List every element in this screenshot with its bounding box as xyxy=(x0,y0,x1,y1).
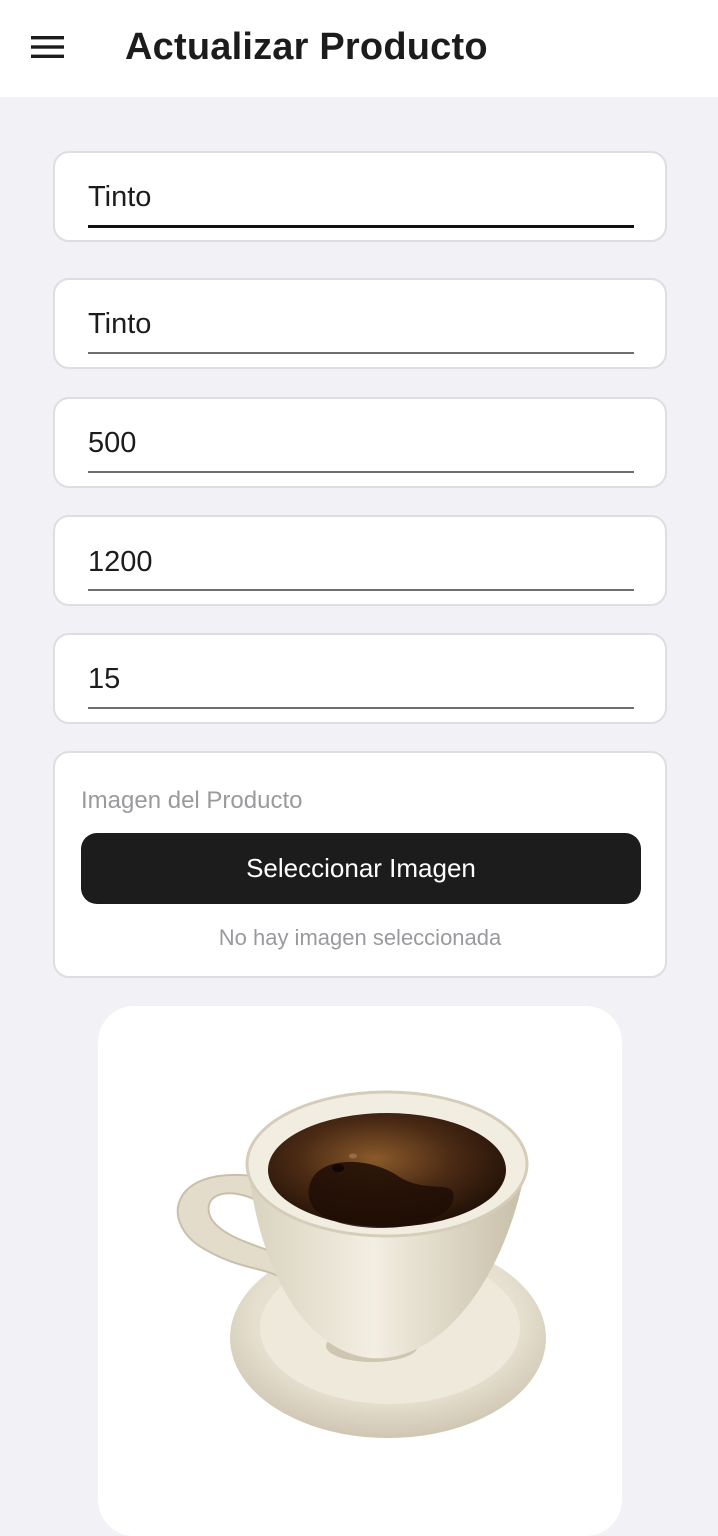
product-field-5-card xyxy=(53,633,667,724)
product-field-5-input[interactable] xyxy=(88,663,634,696)
product-image-card: Imagen del Producto Seleccionar Imagen N… xyxy=(53,751,667,978)
product-description-underline xyxy=(88,352,634,354)
app-bar: Actualizar Producto xyxy=(0,0,718,97)
product-field-3-input[interactable] xyxy=(88,427,634,460)
image-status-text: No hay imagen seleccionada xyxy=(218,925,502,950)
product-name-field-card xyxy=(53,151,667,242)
product-image-label: Imagen del Producto xyxy=(81,787,303,814)
product-description-input[interactable] xyxy=(88,308,634,341)
product-field-4-input[interactable] xyxy=(88,546,634,579)
product-field-3-underline xyxy=(88,471,634,473)
coffee-cup-image xyxy=(176,1090,546,1438)
select-image-button[interactable]: Seleccionar Imagen xyxy=(81,833,641,904)
product-field-5-underline xyxy=(88,707,634,709)
product-field-4-underline xyxy=(88,589,634,591)
product-image-preview xyxy=(98,1006,622,1536)
product-field-3-card xyxy=(53,397,667,488)
hamburger-menu-icon xyxy=(31,36,64,58)
page-title: Actualizar Producto xyxy=(125,26,488,68)
product-name-input[interactable] xyxy=(88,181,634,214)
product-description-field-card xyxy=(53,278,667,369)
product-field-4-card xyxy=(53,515,667,606)
menu-button[interactable] xyxy=(22,24,74,70)
product-name-underline xyxy=(88,225,634,228)
